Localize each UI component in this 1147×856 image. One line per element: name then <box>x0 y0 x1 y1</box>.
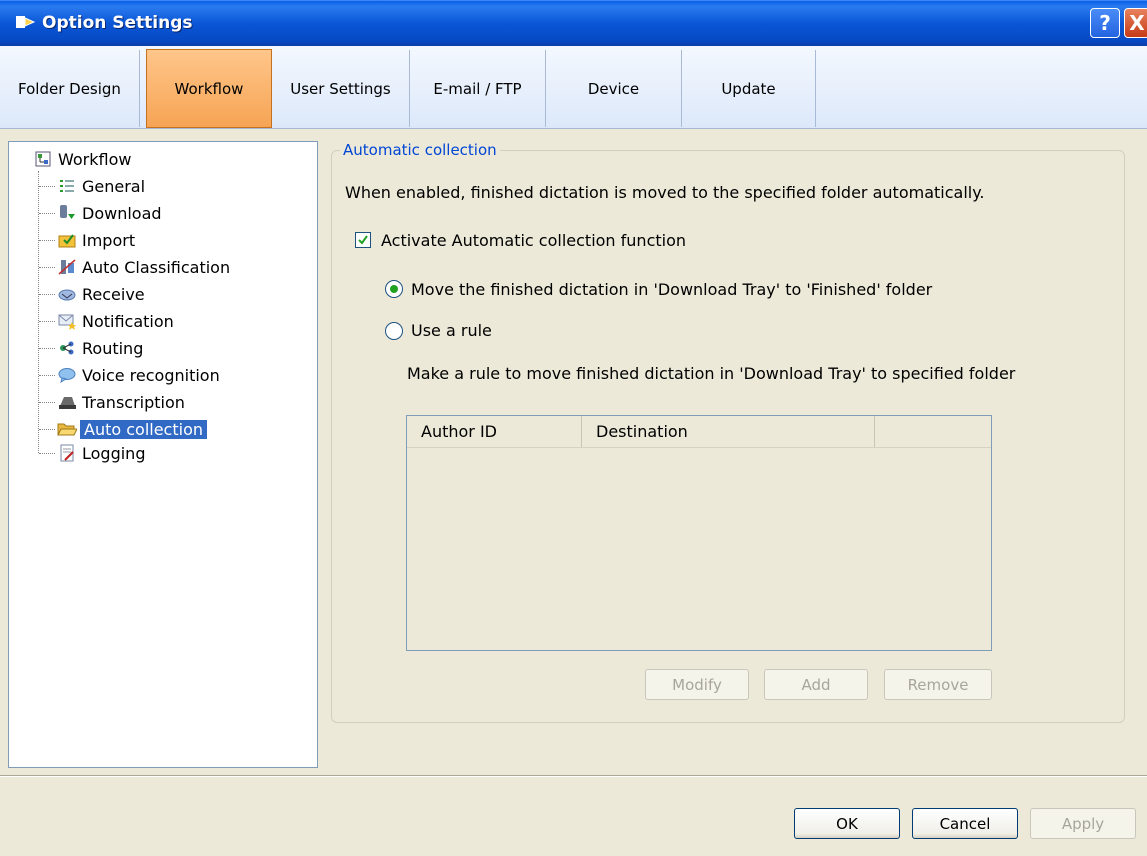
tree-item-auto-collection[interactable]: Auto collection <box>57 417 208 441</box>
tree-item-label: General <box>82 176 146 196</box>
help-button[interactable]: ? <box>1090 8 1120 38</box>
group-title: Automatic collection <box>340 141 500 159</box>
classification-icon <box>57 258 77 276</box>
tab-user-settings[interactable]: User Settings <box>272 50 410 127</box>
folder-open-icon <box>57 420 77 438</box>
use-rule-radio[interactable] <box>385 322 403 340</box>
add-button[interactable]: Add <box>764 669 868 700</box>
modify-button[interactable]: Modify <box>645 669 749 700</box>
tab-workflow[interactable]: Workflow <box>146 49 272 128</box>
description-text: When enabled, finished dictation is move… <box>345 183 985 202</box>
column-destination[interactable]: Destination <box>582 416 875 447</box>
tree-item-notification[interactable]: Notification <box>57 309 174 333</box>
tab-device[interactable]: Device <box>546 50 682 127</box>
help-icon: ? <box>1099 11 1111 35</box>
tab-update[interactable]: Update <box>682 50 816 127</box>
activate-label: Activate Automatic collection function <box>381 231 687 250</box>
rule-list-header: Author ID Destination <box>407 416 991 448</box>
tab-folder-design[interactable]: Folder Design <box>0 50 140 127</box>
activate-checkbox[interactable] <box>355 232 371 248</box>
download-icon <box>57 204 77 222</box>
tree-item-label: Receive <box>82 284 145 304</box>
app-icon <box>16 16 36 28</box>
window-title: Option Settings <box>42 13 193 33</box>
tab-strip: Folder Design Workflow User Settings E-m… <box>0 46 1147 129</box>
speech-bubble-icon <box>57 366 77 384</box>
check-icon <box>358 235 368 245</box>
tree-item-general[interactable]: General <box>57 174 145 198</box>
tree-item-label: Auto collection <box>79 418 208 440</box>
tree-item-import[interactable]: Import <box>57 228 135 252</box>
tree-item-label: Download <box>82 203 162 223</box>
tab-email-ftp[interactable]: E-mail / FTP <box>410 50 546 127</box>
notification-icon <box>57 312 77 330</box>
log-icon <box>57 444 77 462</box>
rule-list[interactable]: Author ID Destination <box>406 415 992 651</box>
tree-item-workflow[interactable]: Workflow <box>33 147 131 171</box>
tree-item-voice-recognition[interactable]: Voice recognition <box>57 363 220 387</box>
tree-item-label: Transcription <box>82 392 185 412</box>
cancel-button[interactable]: Cancel <box>912 808 1018 839</box>
column-author-id[interactable]: Author ID <box>407 416 582 447</box>
tree-item-auto-classification[interactable]: Auto Classification <box>57 255 230 279</box>
remove-button[interactable]: Remove <box>884 669 992 700</box>
use-rule-label: Use a rule <box>411 321 492 340</box>
workflow-icon <box>33 150 53 168</box>
tree-item-routing[interactable]: Routing <box>57 336 143 360</box>
tree-item-label: Import <box>82 230 136 250</box>
tree-item-download[interactable]: Download <box>57 201 162 225</box>
rule-hint-text: Make a rule to move finished dictation i… <box>407 364 1016 383</box>
tree-item-label: Notification <box>82 311 174 331</box>
apply-button[interactable]: Apply <box>1030 808 1136 839</box>
footer-separator <box>0 775 1147 777</box>
close-icon: X <box>1129 11 1145 35</box>
import-icon <box>57 231 77 249</box>
tree-item-logging[interactable]: Logging <box>57 441 145 465</box>
move-finished-radio[interactable] <box>385 280 403 298</box>
ok-button[interactable]: OK <box>794 808 900 839</box>
tree-item-label: Voice recognition <box>82 365 220 385</box>
close-button[interactable]: X <box>1124 8 1147 38</box>
settings-tree[interactable]: Workflow General Download Import Auto Cl… <box>8 141 318 768</box>
tree-item-label: Auto Classification <box>82 257 231 277</box>
transcription-icon <box>57 393 77 411</box>
receive-icon <box>57 285 77 303</box>
tree-item-label: Logging <box>82 443 146 463</box>
tree-item-label: Routing <box>82 338 144 358</box>
tree-item-label: Workflow <box>58 149 132 169</box>
tree-item-transcription[interactable]: Transcription <box>57 390 185 414</box>
move-finished-label: Move the finished dictation in 'Download… <box>411 280 933 299</box>
title-bar: Option Settings ? X <box>0 0 1147 46</box>
list-icon <box>57 177 77 195</box>
tree-item-receive[interactable]: Receive <box>57 282 145 306</box>
routing-icon <box>57 339 77 357</box>
radio-dot-icon <box>390 285 398 293</box>
